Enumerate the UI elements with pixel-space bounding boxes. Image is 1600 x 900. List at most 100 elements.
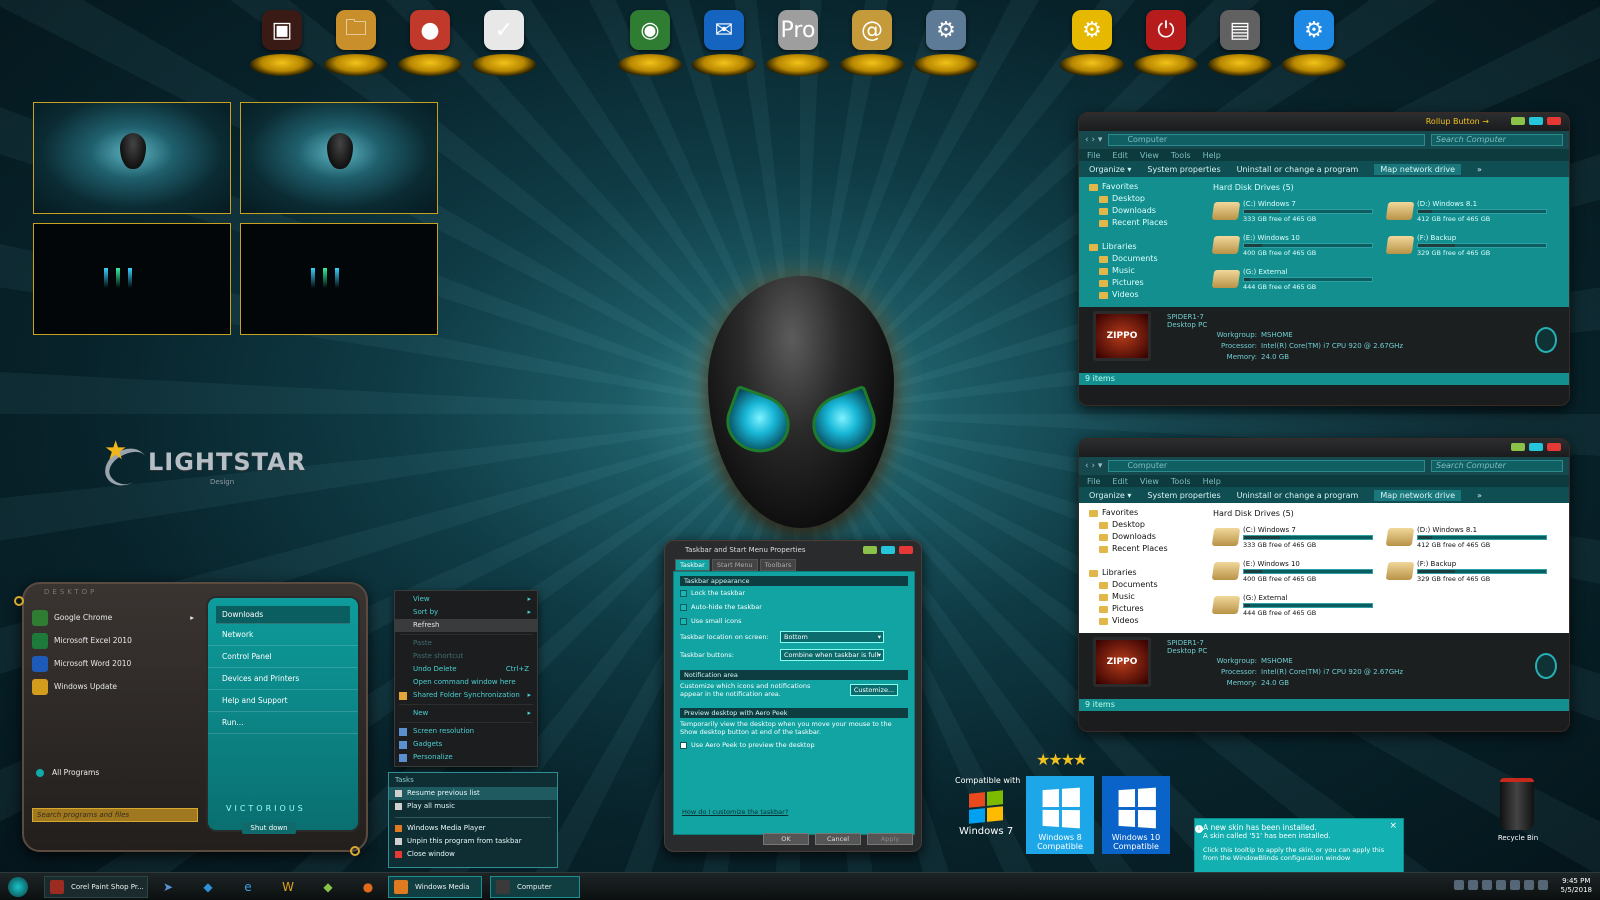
dock-settings-folder-button[interactable]: ⚙ [1060,6,1124,76]
jumplist-item[interactable]: Unpin this program from taskbar [389,835,557,848]
drive-item[interactable]: (C:) Windows 7 333 GB free of 465 GB [1211,196,1373,226]
minimize-button[interactable] [1511,443,1525,451]
context-menu-item[interactable]: Undo Delete Ctrl+Z [395,663,537,676]
start-link-item[interactable]: Help and Support [208,690,358,712]
menu-item-file[interactable]: File [1087,477,1100,486]
context-menu-item[interactable]: Open command window here [395,676,537,689]
start-menu[interactable]: DESKTOP Google Chrome ▸ Microsoft Excel 20… [22,582,368,852]
tab-toolbars[interactable]: Toolbars [759,559,797,571]
dock-folder-button[interactable]: 🗀 [324,6,388,76]
close-icon[interactable]: × [1389,821,1397,831]
context-menu-item[interactable]: Gadgets [395,738,537,751]
taskbar-window-button[interactable]: Windows Media Pl... [388,876,482,898]
dock-chrome-button[interactable]: ◉ [618,6,682,76]
nav-item[interactable]: Recent Places [1089,217,1203,229]
start-link-item[interactable]: Devices and Printers [208,668,358,690]
organize-button[interactable]: Organize ▾ [1089,165,1131,174]
menu-item-view[interactable]: View [1140,151,1159,160]
nav-item[interactable]: Favorites [1089,507,1203,519]
uninstall-button[interactable]: Uninstall or change a program [1237,165,1359,174]
nav-item[interactable]: Documents [1089,579,1203,591]
taskbar-window-button[interactable]: Computer [490,876,580,898]
wallpaper-thumbnail[interactable] [240,102,438,214]
taskbar-window-button[interactable]: Corel Paint Shop Pr... [44,876,148,898]
tray-icon[interactable] [1524,880,1534,890]
start-app-item[interactable]: Microsoft Word 2010 [32,652,200,675]
search-input[interactable]: Search Computer [1431,460,1563,472]
menu-item-tools[interactable]: Tools [1171,151,1191,160]
recycle-bin[interactable]: Recycle Bin [1492,778,1540,848]
ok-button[interactable]: OK [763,833,809,845]
jumplist-item[interactable]: Windows Media Player [389,822,557,835]
drive-item[interactable]: (G:) External 444 GB free of 465 GB [1211,590,1373,620]
cancel-button[interactable]: Cancel [815,833,861,845]
appearance-checkbox[interactable]: Lock the taskbar [680,586,908,600]
nav-item[interactable]: Music [1089,265,1203,277]
notification-toast[interactable]: i × A new skin has been installed. A ski… [1194,818,1404,874]
address-path[interactable]: Computer [1108,460,1425,472]
nav-item[interactable]: Pictures [1089,603,1203,615]
apply-button[interactable]: Apply [867,833,913,845]
customize-button[interactable]: Customize... [850,684,898,696]
menu-item-help[interactable]: Help [1203,477,1221,486]
drive-item[interactable]: (D:) Windows 8.1 412 GB free of 465 GB [1385,196,1547,226]
start-link-item[interactable]: Network [208,624,358,646]
maximize-button[interactable] [1529,117,1543,125]
internet-explorer-icon[interactable]: e [238,877,258,897]
search-input[interactable]: Search Computer [1431,134,1563,146]
cursor-icon[interactable]: ➤ [158,877,178,897]
appearance-checkbox[interactable]: Use small icons [680,614,908,628]
location-select[interactable]: Bottom [780,631,884,643]
tab-start-menu[interactable]: Start Menu [711,559,758,571]
wallpaper-thumbnail[interactable] [33,102,231,214]
dock-power-gear-button[interactable]: ⏻ [1134,6,1198,76]
drive-item[interactable]: (G:) External 444 GB free of 465 GB [1211,264,1373,294]
dock-pro-ball-button[interactable]: Pro [766,6,830,76]
explorer-window-light[interactable]: ‹ › ▾ Computer Search Computer File Edit View… [1078,438,1570,732]
dock-calendar-check-button[interactable]: ✓ [472,6,536,76]
nav-item[interactable]: Favorites [1089,181,1203,193]
nav-item[interactable]: Desktop [1089,193,1203,205]
start-link-item[interactable]: Run... [208,712,358,734]
dock-zippo-button[interactable]: ▣ [250,6,314,76]
menu-item-tools[interactable]: Tools [1171,477,1191,486]
tray-icon[interactable] [1496,880,1506,890]
close-button[interactable] [899,546,913,554]
dock-address-book-button[interactable]: @ [840,6,904,76]
dock-gear-molecule-button[interactable]: ⚙ [1282,6,1346,76]
tray-icon[interactable] [1538,880,1548,890]
drive-item[interactable]: (E:) Windows 10 400 GB free of 465 GB [1211,556,1373,586]
close-button[interactable] [1547,117,1561,125]
nav-item[interactable]: Pictures [1089,277,1203,289]
menu-item-edit[interactable]: Edit [1112,477,1128,486]
cube-icon[interactable]: ◆ [198,877,218,897]
tab-taskbar[interactable]: Taskbar [675,559,710,571]
nav-item[interactable]: Downloads [1089,531,1203,543]
nav-item[interactable]: Recent Places [1089,543,1203,555]
menu-item-file[interactable]: File [1087,151,1100,160]
wallpaper-thumbnail[interactable] [33,223,231,335]
wallpaper-thumbnail[interactable] [240,223,438,335]
all-programs-button[interactable]: All Programs [36,768,99,777]
start-search-input[interactable]: Search programs and files [32,808,198,822]
nav-item[interactable]: Videos [1089,615,1203,627]
dock-thunderbird-button[interactable]: ✉ [692,6,756,76]
context-menu-item[interactable]: Personalize [395,751,537,764]
start-link-item[interactable]: Downloads [216,606,350,624]
minimize-button[interactable] [863,546,877,554]
dock-server-button[interactable]: ▤ [1208,6,1272,76]
tray-icon[interactable] [1468,880,1478,890]
menu-item-view[interactable]: View [1140,477,1159,486]
map-drive-button[interactable]: Map network drive [1374,163,1462,175]
menu-item-help[interactable]: Help [1203,151,1221,160]
close-button[interactable] [1547,443,1561,451]
peek-checkbox[interactable]: Use Aero Peek to preview the desktop [680,738,908,752]
system-properties-button[interactable]: System properties [1147,491,1220,500]
system-properties-button[interactable]: System properties [1147,165,1220,174]
rollup-button[interactable]: Rollup Button → [1426,117,1489,126]
start-app-item[interactable]: Windows Update [32,675,200,698]
menu-item-edit[interactable]: Edit [1112,151,1128,160]
start-app-item[interactable]: Microsoft Excel 2010 [32,629,200,652]
back-forward-icon[interactable]: ‹ › ▾ [1085,135,1102,145]
buttons-select[interactable]: Combine when taskbar is full [780,649,884,661]
